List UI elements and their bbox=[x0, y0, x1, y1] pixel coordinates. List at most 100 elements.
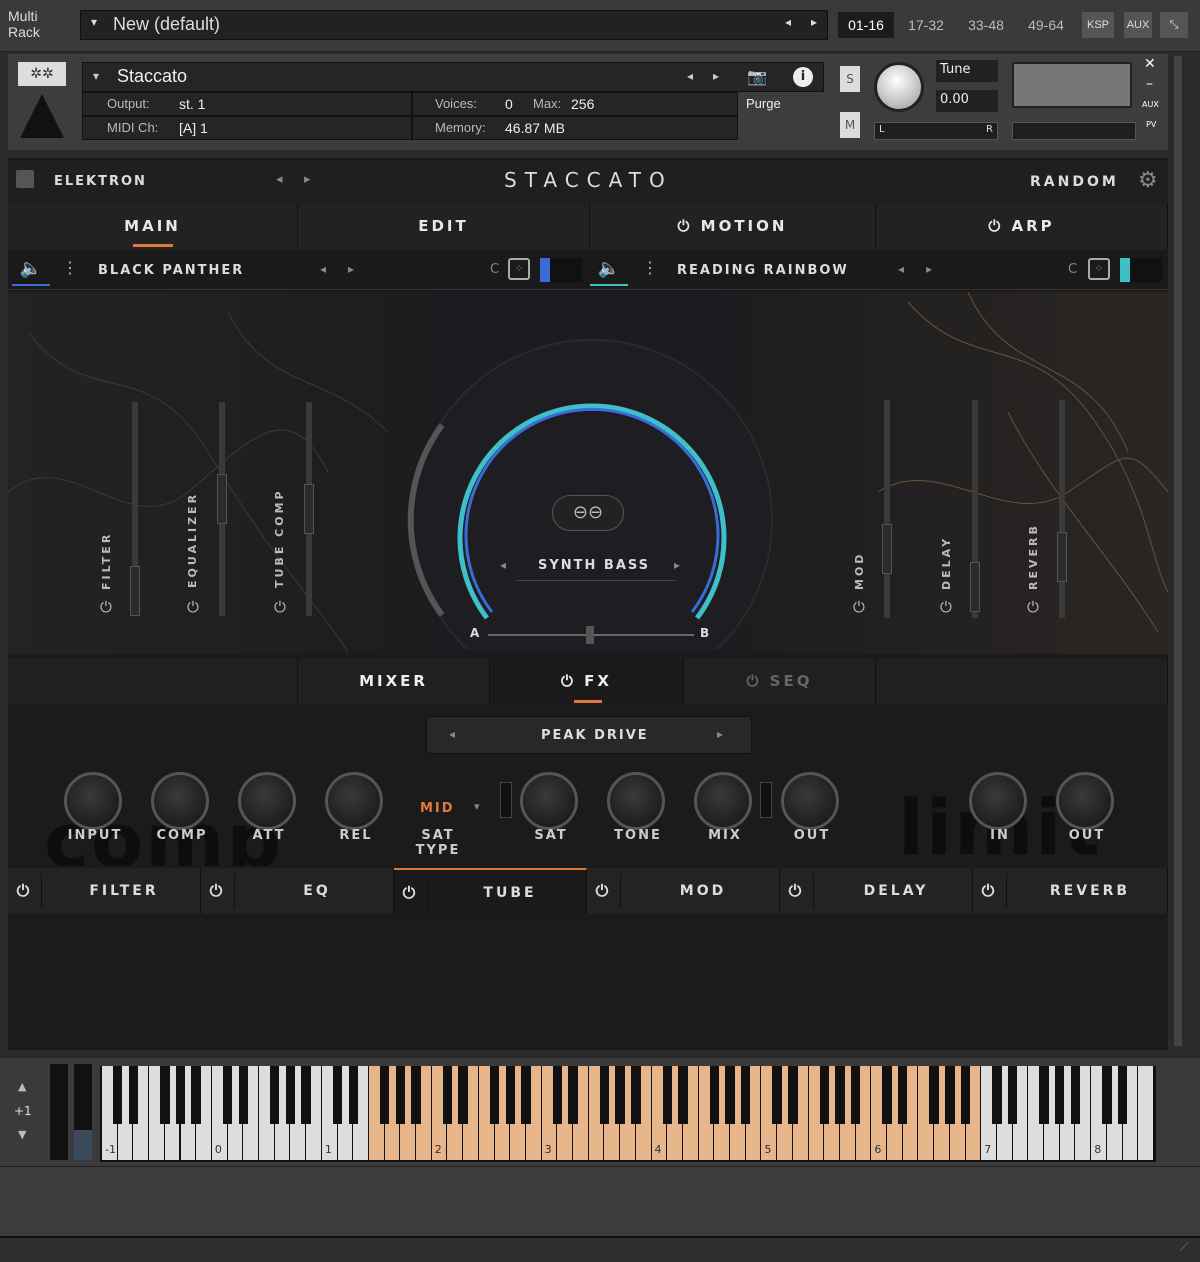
tube-comp-slider-thumb[interactable] bbox=[304, 484, 314, 534]
fx-prev-icon[interactable]: ◂ bbox=[449, 727, 455, 741]
subtab-fx[interactable]: ⏻ FX bbox=[490, 658, 684, 704]
layer-b-next-icon[interactable]: ▸ bbox=[926, 262, 932, 276]
delay-power-icon[interactable]: ⏻ bbox=[940, 598, 952, 616]
save-icon[interactable] bbox=[16, 170, 34, 188]
motion-power-icon[interactable]: ⏻ bbox=[678, 217, 701, 235]
dial-prev-icon[interactable]: ◂ bbox=[500, 558, 506, 572]
att-knob[interactable] bbox=[238, 772, 296, 830]
mod-power-icon[interactable]: ⏻ bbox=[853, 598, 865, 616]
black-key[interactable] bbox=[238, 1066, 248, 1124]
header-prev-icon[interactable]: ◂ bbox=[276, 172, 283, 187]
black-key[interactable] bbox=[850, 1066, 861, 1124]
layer-b-prev-icon[interactable]: ◂ bbox=[898, 262, 904, 276]
fxtab-reverb-power-icon[interactable]: ⏻ bbox=[973, 874, 1007, 908]
tune-knob[interactable] bbox=[874, 62, 924, 112]
delay-slider-thumb[interactable] bbox=[970, 562, 980, 612]
instrument-prev-icon[interactable]: ◂ bbox=[687, 69, 693, 83]
black-key[interactable] bbox=[442, 1066, 453, 1124]
black-key[interactable] bbox=[222, 1066, 233, 1124]
black-key[interactable] bbox=[521, 1066, 531, 1124]
fxtab-filter-power-icon[interactable]: ⏻ bbox=[8, 874, 42, 908]
rack-tab-17-32[interactable]: 17-32 bbox=[898, 12, 954, 38]
black-key[interactable] bbox=[898, 1066, 908, 1124]
layer-a-grid-icon[interactable]: ⁘ bbox=[508, 258, 530, 280]
reverb-slider-thumb[interactable] bbox=[1057, 532, 1067, 582]
layer-a-menu-icon[interactable]: ⋮ bbox=[62, 258, 78, 277]
purge-menu[interactable]: Purge bbox=[746, 96, 781, 111]
rack-tab-33-48[interactable]: 33-48 bbox=[958, 12, 1014, 38]
layer-b-c-label[interactable]: C bbox=[1068, 262, 1077, 277]
layer-a-name[interactable]: BLACK PANTHER bbox=[98, 263, 244, 278]
out-knob[interactable] bbox=[781, 772, 839, 830]
aux-small-label[interactable]: AUX bbox=[1142, 100, 1159, 109]
fx-preset-selector[interactable]: ◂ PEAK DRIVE ▸ bbox=[426, 716, 752, 754]
black-key[interactable] bbox=[992, 1066, 1002, 1124]
tab-edit[interactable]: EDIT bbox=[298, 204, 590, 250]
black-key[interactable] bbox=[960, 1066, 971, 1124]
collapse-icon[interactable]: ⤡ bbox=[1160, 12, 1188, 38]
equalizer-power-icon[interactable]: ⏻ bbox=[187, 598, 199, 616]
rel-knob[interactable] bbox=[325, 772, 383, 830]
aux-button[interactable]: AUX bbox=[1124, 12, 1152, 38]
instrument-dropdown-icon[interactable]: ▾ bbox=[93, 69, 99, 83]
layer-b-name[interactable]: READING RAINBOW bbox=[677, 263, 849, 278]
limit-out-knob[interactable] bbox=[1056, 772, 1114, 830]
fxtab-delay-power-icon[interactable]: ⏻ bbox=[780, 874, 814, 908]
layer-a-c-label[interactable]: C bbox=[490, 262, 499, 277]
black-key[interactable] bbox=[489, 1066, 500, 1124]
fxtab-mod-power-icon[interactable]: ⏻ bbox=[587, 874, 621, 908]
black-key[interactable] bbox=[678, 1066, 688, 1124]
black-key[interactable] bbox=[348, 1066, 358, 1124]
black-key[interactable] bbox=[882, 1066, 892, 1124]
black-key[interactable] bbox=[395, 1066, 406, 1124]
filter-power-icon[interactable]: ⏻ bbox=[100, 598, 112, 616]
black-key[interactable] bbox=[1007, 1066, 1018, 1124]
layer-b-grid-icon[interactable]: ⁘ bbox=[1088, 258, 1110, 280]
black-key[interactable] bbox=[552, 1066, 563, 1124]
random-button[interactable]: RANDOM bbox=[1030, 174, 1119, 190]
black-key[interactable] bbox=[191, 1066, 201, 1124]
arp-power-icon[interactable]: ⏻ bbox=[988, 217, 1011, 235]
rack-tab-01-16[interactable]: 01-16 bbox=[838, 12, 894, 38]
black-key[interactable] bbox=[662, 1066, 672, 1124]
equalizer-slider-thumb[interactable] bbox=[217, 474, 227, 524]
dial-preset-name[interactable]: SYNTH BASS bbox=[538, 558, 650, 573]
black-key[interactable] bbox=[175, 1066, 186, 1124]
fxtab-eq-power-icon[interactable]: ⏻ bbox=[201, 874, 235, 908]
preset-dropdown-icon[interactable]: ▾ bbox=[91, 15, 97, 29]
black-key[interactable] bbox=[1055, 1066, 1065, 1124]
fxtab-eq[interactable]: ⏻ EQ bbox=[201, 868, 394, 914]
black-key[interactable] bbox=[301, 1066, 311, 1124]
black-key[interactable] bbox=[631, 1066, 641, 1124]
instrument-next-icon[interactable]: ▸ bbox=[713, 69, 719, 83]
resize-grip-icon[interactable]: ⟋ bbox=[1180, 1240, 1188, 1255]
tab-main[interactable]: MAIN bbox=[8, 204, 298, 250]
black-key[interactable] bbox=[709, 1066, 720, 1124]
mod-wheel[interactable] bbox=[74, 1064, 92, 1160]
rack-tab-49-64[interactable]: 49-64 bbox=[1018, 12, 1074, 38]
panel-scrollbar[interactable] bbox=[1174, 56, 1182, 1046]
black-key[interactable] bbox=[741, 1066, 751, 1124]
black-key[interactable] bbox=[835, 1066, 845, 1124]
max-value[interactable]: 256 bbox=[571, 96, 594, 112]
layer-b-speaker-icon[interactable]: 🔈 bbox=[590, 254, 628, 286]
black-key[interactable] bbox=[1102, 1066, 1112, 1124]
comp-knob[interactable] bbox=[151, 772, 209, 830]
black-key[interactable] bbox=[599, 1066, 610, 1124]
black-key[interactable] bbox=[285, 1066, 296, 1124]
black-key[interactable] bbox=[945, 1066, 955, 1124]
sat-type-dropdown-icon[interactable]: ▾ bbox=[474, 800, 480, 813]
dial-next-icon[interactable]: ▸ bbox=[674, 558, 680, 572]
fxtab-filter[interactable]: ⏻ FILTER bbox=[8, 868, 201, 914]
settings-gear-icon[interactable]: ✲✲ bbox=[18, 62, 66, 86]
mod-slider-thumb[interactable] bbox=[882, 524, 892, 574]
reverb-power-icon[interactable]: ⏻ bbox=[1027, 598, 1039, 616]
black-key[interactable] bbox=[772, 1066, 782, 1124]
black-key[interactable] bbox=[1117, 1066, 1128, 1124]
black-key[interactable] bbox=[615, 1066, 625, 1124]
solo-button[interactable]: S bbox=[840, 66, 860, 92]
fx-power-icon[interactable]: ⏻ bbox=[561, 672, 584, 690]
mix-knob[interactable] bbox=[694, 772, 752, 830]
black-key[interactable] bbox=[1039, 1066, 1049, 1124]
filter-slider-thumb[interactable] bbox=[130, 566, 140, 616]
